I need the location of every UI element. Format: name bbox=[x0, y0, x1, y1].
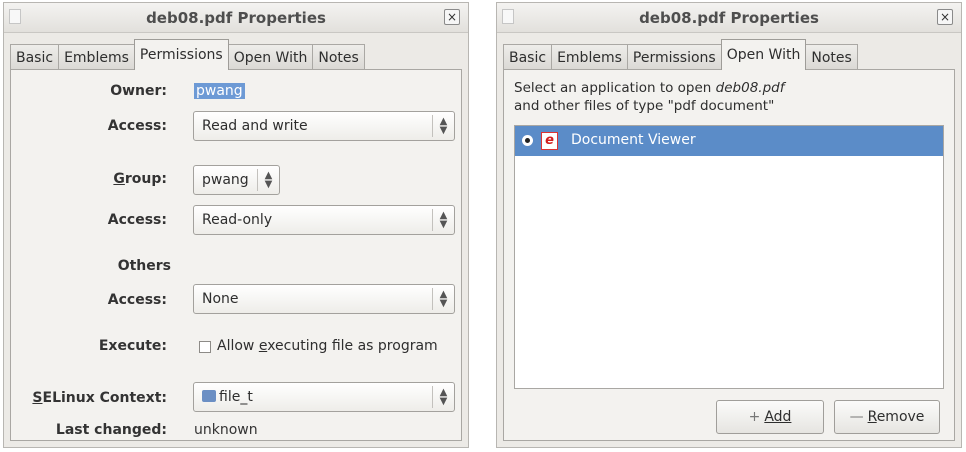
description-prefix: Select an application to open bbox=[514, 80, 716, 96]
remove-button-label: Remove bbox=[867, 409, 925, 425]
permissions-panel: Owner: pwang Access: Read and write ▲ ▼ G… bbox=[10, 69, 462, 441]
group-label: Group: bbox=[113, 171, 167, 187]
application-name: Document Viewer bbox=[571, 132, 696, 148]
selinux-context-select[interactable]: file_t ▲ ▼ bbox=[193, 382, 455, 412]
remove-button[interactable]: — Remove bbox=[834, 400, 940, 434]
tab-notes[interactable]: Notes bbox=[805, 44, 858, 70]
others-access-label: Access: bbox=[107, 292, 167, 308]
group-select[interactable]: pwang ▲ ▼ bbox=[193, 165, 280, 195]
last-changed-value: unknown bbox=[194, 422, 258, 438]
tab-notes[interactable]: Notes bbox=[312, 44, 365, 70]
minus-icon: — bbox=[849, 409, 864, 425]
tab-basic[interactable]: Basic bbox=[503, 44, 553, 70]
open-with-panel: Select an application to open deb08.pdf … bbox=[503, 69, 955, 441]
execute-checkbox[interactable] bbox=[199, 341, 211, 353]
description-filename: deb08.pdf bbox=[715, 80, 785, 96]
selinux-label: SELinux Context: bbox=[32, 390, 167, 406]
context-icon bbox=[202, 390, 216, 402]
chevron-updown-icon: ▲ ▼ bbox=[432, 288, 454, 310]
owner-access-select[interactable]: Read and write ▲ ▼ bbox=[193, 111, 455, 141]
application-list[interactable]: e Document Viewer bbox=[514, 125, 944, 389]
tab-permissions[interactable]: Permissions bbox=[133, 39, 229, 70]
owner-access-value: Read and write bbox=[202, 118, 308, 134]
chevron-updown-icon: ▲ ▼ bbox=[432, 209, 454, 231]
others-access-select[interactable]: None ▲ ▼ bbox=[193, 284, 455, 314]
group-access-select[interactable]: Read-only ▲ ▼ bbox=[193, 205, 455, 235]
owner-access-label: Access: bbox=[107, 118, 167, 134]
tab-emblems[interactable]: Emblems bbox=[58, 44, 135, 70]
group-access-value: Read-only bbox=[202, 212, 273, 228]
properties-window-open-with: deb08.pdf Properties × Basic Emblems Per… bbox=[496, 2, 962, 448]
selinux-value-wrap: file_t bbox=[202, 389, 253, 405]
tab-bar: Basic Emblems Permissions Open With Note… bbox=[10, 39, 365, 70]
add-button-label: Add bbox=[764, 409, 792, 425]
chevron-updown-icon: ▲ ▼ bbox=[432, 386, 454, 408]
tab-bar: Basic Emblems Permissions Open With Note… bbox=[503, 39, 858, 70]
tab-basic[interactable]: Basic bbox=[10, 44, 60, 70]
application-row[interactable]: e Document Viewer bbox=[515, 126, 943, 156]
tab-permissions[interactable]: Permissions bbox=[626, 44, 722, 70]
tab-open-with[interactable]: Open With bbox=[227, 44, 314, 70]
title-bar[interactable]: deb08.pdf Properties × bbox=[4, 3, 468, 33]
tab-open-with[interactable]: Open With bbox=[720, 39, 807, 70]
plus-icon: + bbox=[748, 409, 761, 425]
document-viewer-icon: e bbox=[541, 132, 558, 150]
chevron-updown-icon: ▲ ▼ bbox=[432, 115, 454, 137]
owner-label: Owner: bbox=[110, 83, 167, 99]
window-title: deb08.pdf Properties bbox=[146, 9, 326, 27]
tab-emblems[interactable]: Emblems bbox=[551, 44, 628, 70]
title-bar[interactable]: deb08.pdf Properties × bbox=[497, 3, 961, 33]
selinux-value: file_t bbox=[219, 389, 253, 405]
description-line-2: and other files of type "pdf document" bbox=[514, 98, 775, 114]
description-line-1: Select an application to open deb08.pdf bbox=[514, 80, 784, 96]
others-heading: Others bbox=[117, 258, 171, 274]
group-access-label: Access: bbox=[107, 212, 167, 228]
others-access-value: None bbox=[202, 291, 239, 307]
add-button[interactable]: + Add bbox=[716, 400, 824, 434]
execute-checkbox-label[interactable]: Allow executing file as program bbox=[217, 338, 438, 354]
close-button[interactable]: × bbox=[444, 9, 460, 25]
properties-window-permissions: deb08.pdf Properties × Basic Emblems Per… bbox=[3, 2, 469, 448]
execute-label: Execute: bbox=[98, 338, 167, 354]
owner-value[interactable]: pwang bbox=[194, 83, 245, 99]
default-app-radio[interactable] bbox=[522, 135, 533, 146]
close-button[interactable]: × bbox=[937, 9, 953, 25]
chevron-updown-icon: ▲ ▼ bbox=[257, 169, 279, 191]
last-changed-label: Last changed: bbox=[55, 422, 167, 438]
group-value: pwang bbox=[202, 172, 249, 188]
window-title: deb08.pdf Properties bbox=[639, 9, 819, 27]
